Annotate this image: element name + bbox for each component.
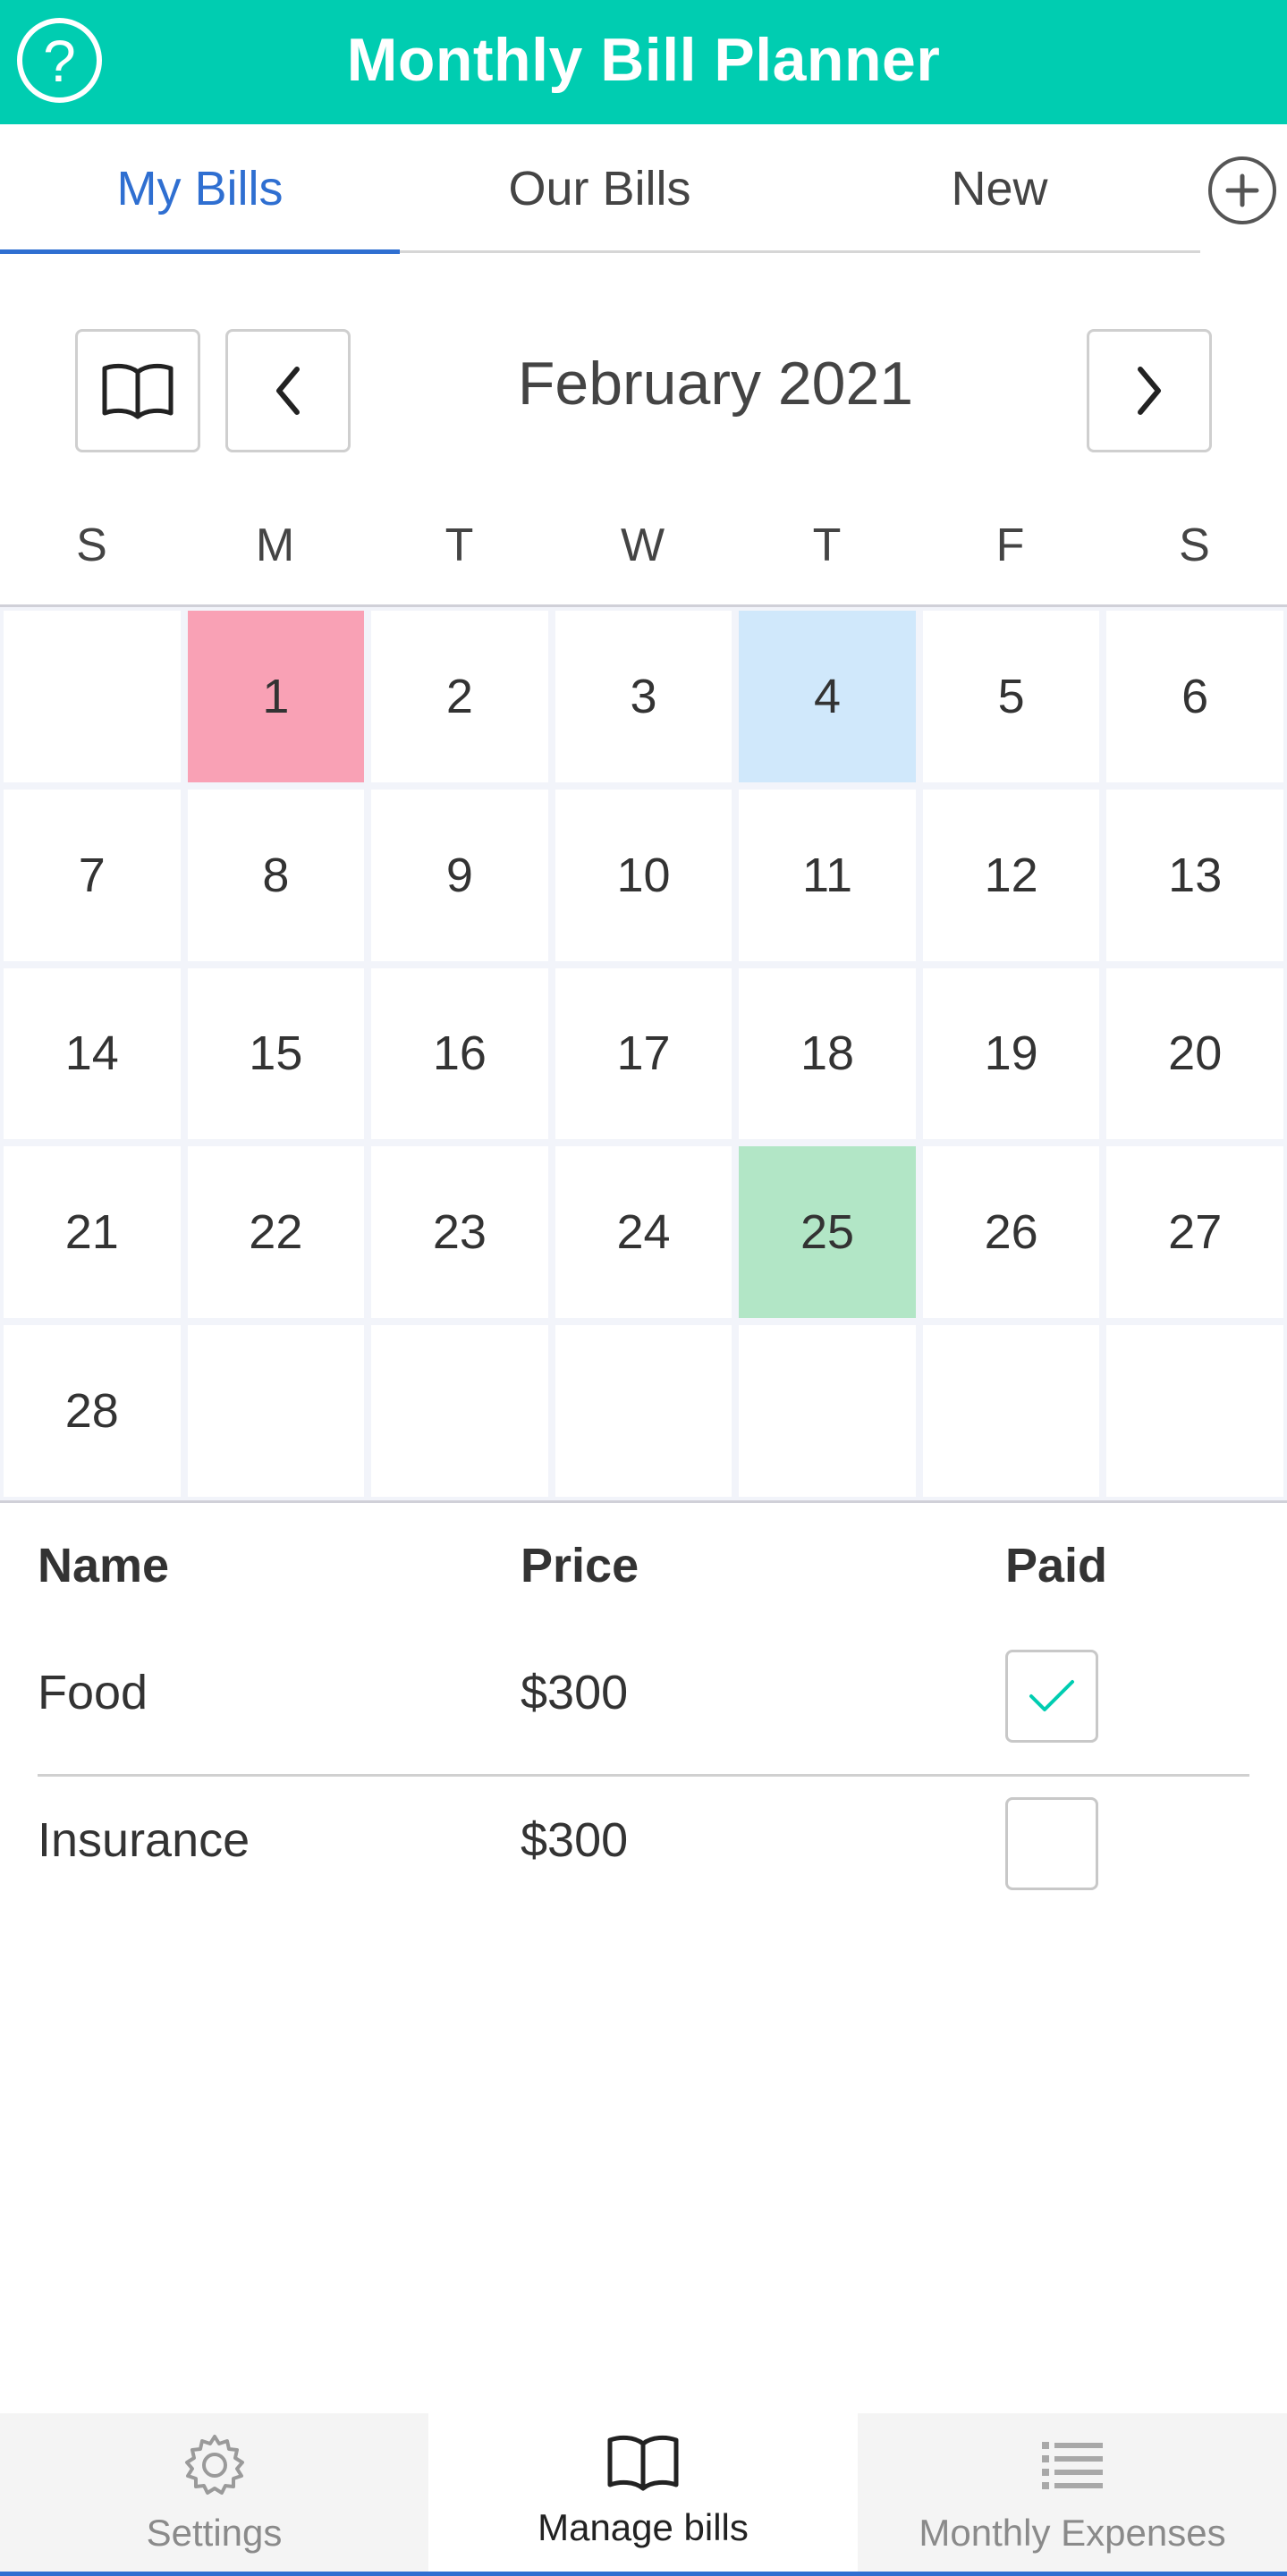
weekday-label: S [76, 519, 107, 571]
calendar-bottom-border [0, 1500, 1287, 1503]
calendar-day[interactable]: 7 [0, 785, 184, 965]
calendar-day-empty [551, 1322, 736, 1500]
month-label: February 2021 [517, 350, 914, 418]
calendar-day[interactable]: 8 [183, 785, 368, 965]
calendar-day-empty [1103, 1322, 1287, 1500]
calendar-day[interactable]: 25 [735, 1143, 919, 1322]
weekday-label: T [812, 519, 842, 571]
calendar-day[interactable]: 20 [1103, 964, 1287, 1144]
column-header-name: Name [38, 1539, 170, 1592]
paid-checkbox[interactable] [1005, 1797, 1098, 1890]
checkmark-icon [1029, 1680, 1074, 1711]
calendar-day[interactable]: 2 [368, 607, 552, 786]
calendar-day[interactable]: 22 [183, 1143, 368, 1322]
nav-manage-bills[interactable]: Manage bills [428, 2413, 858, 2576]
list-icon [1042, 2442, 1103, 2489]
weekday-label: M [255, 519, 295, 571]
calendar-day-empty [919, 1322, 1104, 1500]
bill-name: Food [38, 1666, 148, 1719]
weekday-label: S [1179, 519, 1210, 571]
book-icon [607, 2435, 679, 2491]
calendar-day[interactable]: 9 [368, 785, 552, 965]
nav-label: Manage bills [538, 2506, 749, 2548]
nav-label: Monthly Expenses [919, 2512, 1226, 2554]
calendar-day[interactable]: 5 [919, 607, 1104, 786]
chevron-left-icon [276, 367, 300, 415]
nav-bottom-accent [0, 2572, 1287, 2576]
calendar-day[interactable]: 28 [0, 1322, 184, 1500]
calendar-day[interactable]: 1 [183, 607, 368, 786]
nav-label: Settings [146, 2512, 283, 2554]
calendar-day[interactable]: 11 [735, 785, 919, 965]
calendar-day-empty [735, 1322, 919, 1500]
tab-new[interactable]: New [800, 124, 1199, 252]
calendar-day[interactable]: 19 [919, 964, 1104, 1144]
tab-bar: My Bills Our Bills New [0, 124, 1287, 254]
calendar-day[interactable]: 14 [0, 964, 184, 1144]
column-header-paid: Paid [1005, 1539, 1108, 1592]
calendar-day[interactable]: 27 [1103, 1143, 1287, 1322]
calendar-day[interactable]: 16 [368, 964, 552, 1144]
tab-my-bills[interactable]: My Bills [0, 124, 400, 252]
row-divider [38, 1774, 1249, 1777]
view-bills-button[interactable] [75, 329, 200, 452]
add-tab-button[interactable] [1208, 156, 1276, 224]
calendar-day[interactable]: 18 [735, 964, 919, 1144]
bill-price: $300 [521, 1666, 629, 1719]
calendar-day[interactable]: 12 [919, 785, 1104, 965]
calendar-day-empty [183, 1322, 368, 1500]
book-icon [102, 363, 174, 419]
weekday-label: F [995, 519, 1025, 571]
bill-name: Insurance [38, 1813, 250, 1867]
next-month-button[interactable] [1087, 329, 1212, 452]
plus-icon [1225, 173, 1259, 207]
calendar-day-empty [0, 607, 184, 786]
calendar-day[interactable]: 26 [919, 1143, 1104, 1322]
weekday-label: T [445, 519, 474, 571]
calendar-grid: 1 2 3 4 5 6 7 8 9 10 11 12 13 14 15 16 17 18 19 20 21 22 23 24 2… [0, 607, 1287, 1500]
app-title: Monthly Bill Planner [346, 26, 941, 94]
calendar-day[interactable]: 21 [0, 1143, 184, 1322]
tab-active-indicator [0, 249, 400, 254]
app-header: ? Monthly Bill Planner [0, 0, 1287, 124]
calendar-day-empty [368, 1322, 552, 1500]
column-header-price: Price [521, 1539, 639, 1592]
calendar-day[interactable]: 17 [551, 964, 736, 1144]
calendar-day[interactable]: 15 [183, 964, 368, 1144]
calendar-day[interactable]: 10 [551, 785, 736, 965]
paid-checkbox-checked[interactable] [1005, 1650, 1098, 1743]
weekday-label: W [620, 519, 665, 571]
bottom-nav: Settings Manage bills Monthly Expenses [0, 2413, 1287, 2576]
calendar-day[interactable]: 24 [551, 1143, 736, 1322]
calendar-day[interactable]: 3 [551, 607, 736, 786]
gear-icon [184, 2435, 244, 2495]
calendar-day[interactable]: 23 [368, 1143, 552, 1322]
calendar-day[interactable]: 6 [1103, 607, 1287, 786]
chevron-right-icon [1138, 367, 1161, 415]
bill-price: $300 [521, 1813, 629, 1867]
calendar-day[interactable]: 4 [735, 607, 919, 786]
nav-settings[interactable]: Settings [0, 2413, 428, 2576]
calendar-day[interactable]: 13 [1103, 785, 1287, 965]
prev-month-button[interactable] [225, 329, 351, 452]
nav-monthly-expenses[interactable]: Monthly Expenses [858, 2413, 1287, 2576]
weekday-header: S M T W T F S [0, 519, 1287, 590]
tab-our-bills[interactable]: Our Bills [400, 124, 800, 252]
